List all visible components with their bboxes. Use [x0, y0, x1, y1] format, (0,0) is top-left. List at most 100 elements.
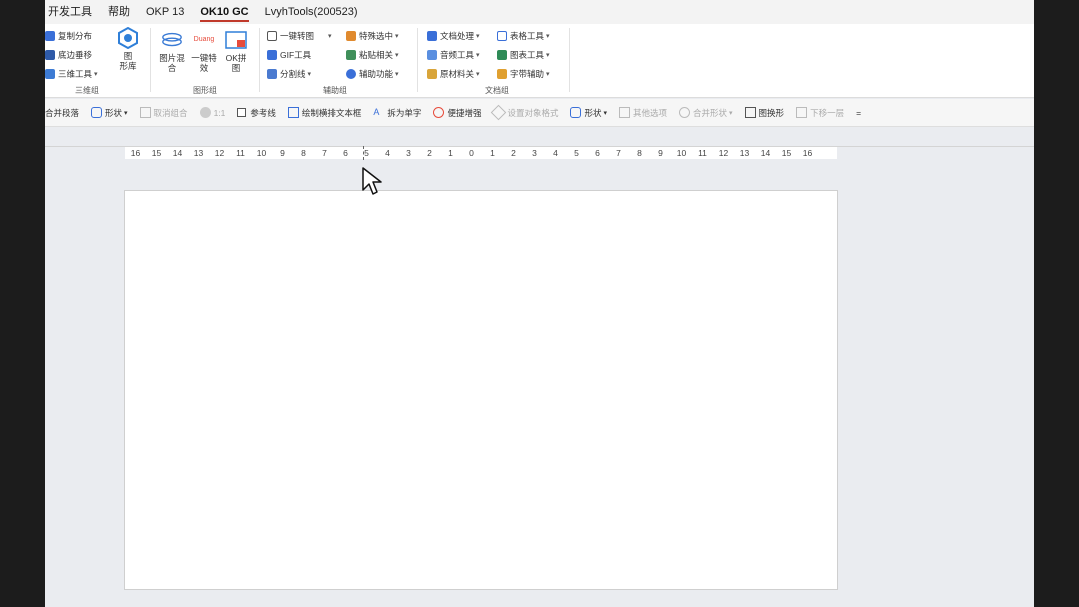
material-related-button[interactable]: 原材料关 ▾: [427, 66, 480, 82]
overflow-menu-button[interactable]: =: [856, 108, 861, 118]
frame-icon: [267, 31, 277, 41]
ruler-tick: 15: [151, 148, 162, 158]
image-stack-icon: [161, 30, 183, 50]
format-object-button[interactable]: 设置对象格式: [491, 104, 558, 121]
options-icon: [619, 107, 630, 118]
3d-tools-button[interactable]: 三维工具 ▾: [45, 66, 98, 82]
tab-okp13[interactable]: OKP 13: [138, 0, 192, 24]
group-3d: 复制分布 底边垂移 三维工具 ▾ 图 形库 三维组: [45, 24, 148, 98]
font-icon: [497, 69, 507, 79]
chevron-down-icon: ▾: [124, 109, 128, 117]
ok-collage-button[interactable]: OK拼 图: [221, 30, 251, 73]
quick-enhance-button[interactable]: 便捷增强: [433, 107, 481, 119]
format-icon: [491, 104, 507, 121]
chevron-down-icon: ▾: [546, 33, 550, 40]
chevron-down-icon: ▾: [328, 33, 332, 40]
app-window: 开发工具 帮助 OKP 13 OK10 GC LvyhTools(200523)…: [45, 0, 1034, 607]
ruler-position-marker: [363, 146, 364, 160]
ungroup-button[interactable]: 取消组合: [139, 107, 188, 119]
group-divider: [259, 28, 260, 92]
chevron-down-icon: ▾: [307, 71, 312, 78]
shape-icon: [91, 107, 103, 118]
ruler-tick: 8: [301, 148, 306, 158]
ribbon-panel: 复制分布 底边垂移 三维工具 ▾ 图 形库 三维组 图片混 合 Duang 一键…: [45, 24, 1034, 98]
horizontal-ruler[interactable]: 16 15 14 13 12 11 10 9 8 7 6 5 4 3 2 1 0 1 2 3 4 5 6 7 8 9 10 11 12 1…: [125, 147, 837, 159]
tab-ok10gc[interactable]: OK10 GC: [192, 0, 256, 24]
shape-button-2[interactable]: 形状 ▾: [570, 107, 607, 119]
chevron-down-icon: ▾: [603, 109, 607, 117]
split-chars-button[interactable]: A 拆为单字: [373, 107, 421, 119]
tab-dev-tools[interactable]: 开发工具: [45, 0, 100, 24]
checkbox-icon[interactable]: [237, 108, 247, 117]
ungroup-icon: [139, 107, 151, 118]
ruler-tick: 6: [595, 148, 600, 158]
ruler-tick: 5: [364, 148, 369, 158]
doc-icon: [427, 31, 437, 41]
ruler-tick: 0: [469, 148, 474, 158]
ruler-tick: 10: [676, 148, 687, 158]
text-box-icon: [287, 107, 299, 118]
shape-library-button[interactable]: 图 形库: [115, 27, 141, 71]
ruler-tick: 7: [616, 148, 621, 158]
ruler-tick: 1: [448, 148, 453, 158]
shape-button[interactable]: 形状 ▾: [91, 107, 128, 119]
chevron-down-icon: ▾: [546, 71, 550, 78]
slide-page[interactable]: [124, 190, 838, 590]
group-divider: [417, 28, 418, 92]
group-assist: 一键转图 ▾ GIF工具 分割线 ▾ 特殊选中 ▾ 粘贴相关 ▾ 辅助功能 ▾ …: [265, 24, 415, 98]
table-tools-button[interactable]: 表格工具 ▾: [497, 28, 550, 44]
ruler-tick: 14: [760, 148, 771, 158]
group-label-shape: 图形组: [193, 86, 217, 95]
ruler-tick: 2: [427, 148, 432, 158]
group-divider: [150, 28, 151, 92]
ratio-button[interactable]: 1:1: [199, 107, 225, 118]
gif-tools-button[interactable]: GIF工具: [267, 47, 311, 63]
document-canvas[interactable]: 16 15 14 13 12 11 10 9 8 7 6 5 4 3 2 1 0 1 2 3 4 5 6 7 8 9 10 11 12 1…: [45, 128, 1034, 607]
send-backward-button[interactable]: 下移一层: [796, 107, 844, 119]
image-blend-button[interactable]: 图片混 合: [157, 30, 187, 73]
chevron-down-icon: ▾: [395, 71, 399, 78]
ruler-tick: 12: [718, 148, 729, 158]
divider-line-button[interactable]: 分割线 ▾: [267, 66, 311, 82]
ruler-tick: 14: [172, 148, 183, 158]
assist-functions-button[interactable]: 辅助功能 ▾: [346, 66, 399, 82]
chevron-down-icon: ▾: [729, 109, 733, 117]
merge-icon: [679, 107, 691, 118]
draw-text-box-button[interactable]: 绘制横排文本框: [287, 107, 361, 119]
tab-help[interactable]: 帮助: [100, 0, 138, 24]
select-icon: [346, 31, 356, 41]
ruler-tick: 12: [214, 148, 225, 158]
paste-related-button[interactable]: 粘贴相关 ▾: [346, 47, 399, 63]
layer-down-icon: [796, 107, 808, 118]
group-shape: 图片混 合 Duang 一键特 效 OK拼 图 图形组: [153, 24, 257, 98]
one-click-to-image-button[interactable]: 一键转图 ▾: [267, 28, 332, 44]
material-icon: [427, 69, 437, 79]
ruler-tick: 5: [574, 148, 579, 158]
copy-distribute-button[interactable]: 复制分布: [45, 28, 92, 44]
chevron-down-icon: ▾: [94, 71, 98, 78]
guides-checkbox[interactable]: 参考线: [237, 107, 276, 119]
enhance-icon: [433, 107, 445, 118]
chevron-down-icon: ▾: [546, 52, 550, 59]
tab-lvyhtools[interactable]: LvyhTools(200523): [257, 0, 366, 24]
group-text: 文档处理 ▾ 音频工具 ▾ 原材料关 ▾ 表格工具 ▾ 图表工具 ▾ 字带辅助 …: [425, 24, 575, 98]
hexagon-icon: [117, 27, 139, 49]
ruler-tick: 16: [130, 148, 141, 158]
chevron-down-icon: ▾: [476, 71, 480, 78]
doc-process-button[interactable]: 文档处理 ▾: [427, 28, 480, 44]
audio-tools-button[interactable]: 音频工具 ▾: [427, 47, 480, 63]
image-to-shape-button[interactable]: 图换形: [744, 107, 784, 119]
font-assist-button[interactable]: 字带辅助 ▾: [497, 66, 550, 82]
bottom-shift-button[interactable]: 底边垂移: [45, 47, 92, 63]
merge-shapes-button[interactable]: 合并形状 ▾: [679, 107, 733, 119]
chevron-down-icon: ▾: [476, 33, 480, 40]
duang-icon: Duang: [193, 36, 215, 43]
other-options-button[interactable]: 其他选项: [619, 107, 667, 119]
one-click-effect-button[interactable]: Duang 一键特 效: [189, 30, 219, 73]
bar-chart-icon: [497, 50, 507, 60]
audio-icon: [427, 50, 437, 60]
chart-tools-button[interactable]: 图表工具 ▾: [497, 47, 550, 63]
merge-paragraph-button[interactable]: 合并段落: [45, 107, 79, 119]
paste-icon: [346, 50, 356, 60]
special-select-button[interactable]: 特殊选中 ▾: [346, 28, 399, 44]
